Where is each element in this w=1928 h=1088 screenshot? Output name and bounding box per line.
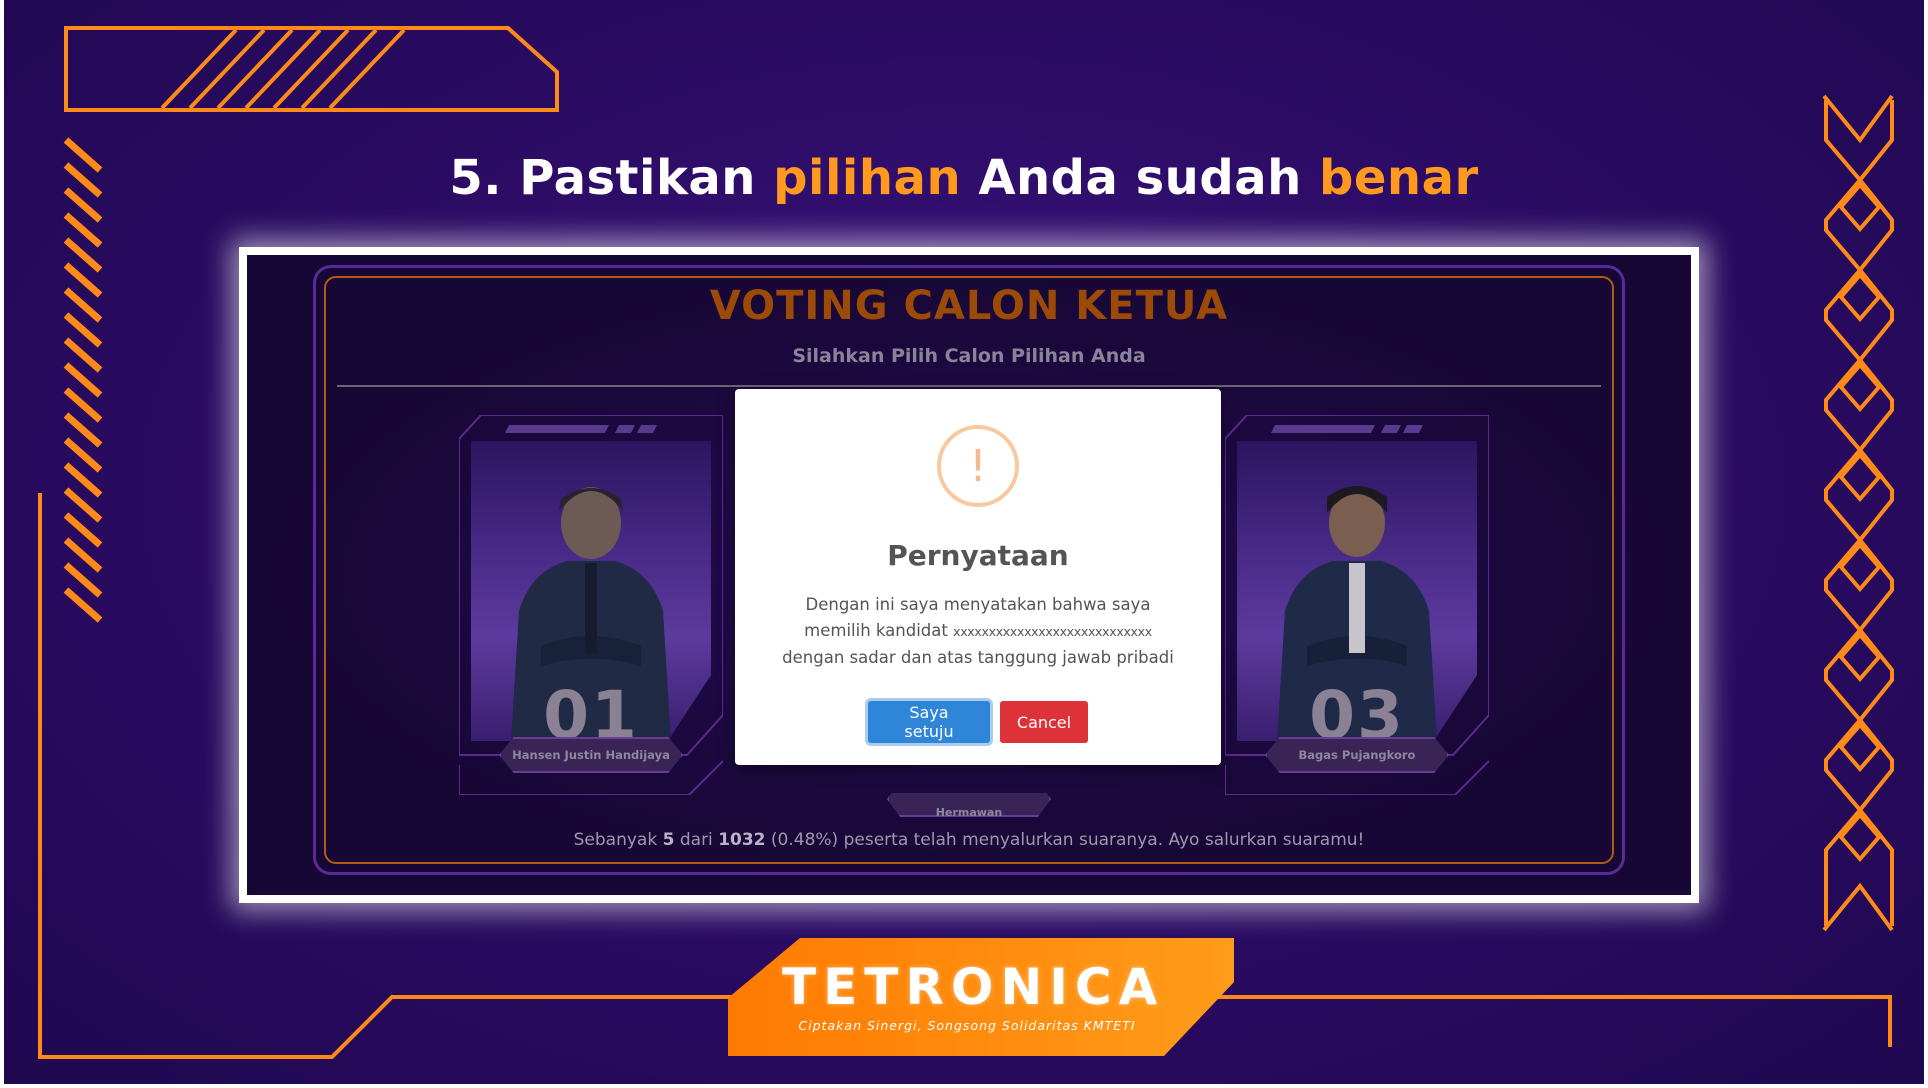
logo-name: TETRONICA xyxy=(782,958,1165,1016)
title-highlight-benar: benar xyxy=(1318,150,1479,206)
confirmation-dialog: ! Pernyataan Dengan ini saya menyatakan … xyxy=(735,389,1221,765)
slide-title: 5. Pastikan pilihan Anda sudah benar xyxy=(4,150,1924,206)
voting-app: VOTING CALON KETUA Silahkan Pilih Calon … xyxy=(247,255,1691,895)
voting-subtitle: Silahkan Pilih Calon Pilihan Anda xyxy=(792,345,1146,367)
title-text-1: 5. Pastikan xyxy=(449,150,774,206)
stats-prefix: Sebanyak xyxy=(573,830,663,850)
stats-suffix: (0.48%) peserta telah menyalurkan suaran… xyxy=(765,830,1365,850)
voting-stats: Sebanyak 5 dari 1032 (0.48%) peserta tel… xyxy=(247,830,1691,850)
dialog-buttons: Saya setuju Cancel xyxy=(735,701,1221,743)
voting-divider xyxy=(337,385,1601,387)
stats-total-count: 1032 xyxy=(718,830,766,850)
voting-title: VOTING CALON KETUA xyxy=(709,283,1229,329)
slide-canvas: 5. Pastikan pilihan Anda sudah benar VOT… xyxy=(4,0,1924,1084)
logo-tagline: Ciptakan Sinergi, Songsong Solidaritas K… xyxy=(798,1018,1136,1033)
candidate-card-01[interactable]: 01 Hansen Justin Handijaya xyxy=(459,415,723,795)
exclamation-icon: ! xyxy=(937,425,1019,507)
dialog-message-line-1: Dengan ini saya menyatakan bahwa saya xyxy=(805,595,1151,614)
stats-voted-count: 5 xyxy=(662,830,675,850)
candidate-name-plate: Hermawan xyxy=(887,793,1051,817)
dialog-message: Dengan ini saya menyatakan bahwa saya me… xyxy=(755,592,1201,671)
dialog-message-line-3: dengan sadar dan atas tanggung jawab pri… xyxy=(782,648,1174,667)
candidate-name: Hermawan xyxy=(935,806,1003,819)
dialog-message-line-2: memilih kandidat xxxxxxxxxxxxxxxxxxxxxxx… xyxy=(755,618,1201,645)
candidate-name-mask: xxxxxxxxxxxxxxxxxxxxxxxxxxxx xyxy=(953,624,1152,639)
agree-button[interactable]: Saya setuju xyxy=(868,701,990,743)
app-screenshot-frame: VOTING CALON KETUA Silahkan Pilih Calon … xyxy=(239,247,1699,903)
tetronica-logo: TETRONICA Ciptakan Sinergi, Songsong Sol… xyxy=(728,938,1234,1056)
candidate-card-02[interactable]: Hermawan xyxy=(887,793,1051,819)
title-highlight-pilihan: pilihan xyxy=(773,150,962,206)
cancel-button[interactable]: Cancel xyxy=(1000,701,1088,743)
dialog-message-prefix: memilih kandidat xyxy=(804,621,954,640)
candidate-name: Hansen Justin Handijaya xyxy=(512,748,670,762)
candidate-name-plate: Hansen Justin Handijaya xyxy=(499,737,683,773)
dialog-title: Pernyataan xyxy=(887,539,1069,572)
candidate-name: Bagas Pujangkoro xyxy=(1298,748,1416,762)
title-text-2: Anda sudah xyxy=(961,150,1319,206)
candidate-name-plate: Bagas Pujangkoro xyxy=(1265,737,1449,773)
stats-mid: dari xyxy=(674,830,719,850)
candidate-card-03[interactable]: 03 Bagas Pujangkoro xyxy=(1225,415,1489,795)
